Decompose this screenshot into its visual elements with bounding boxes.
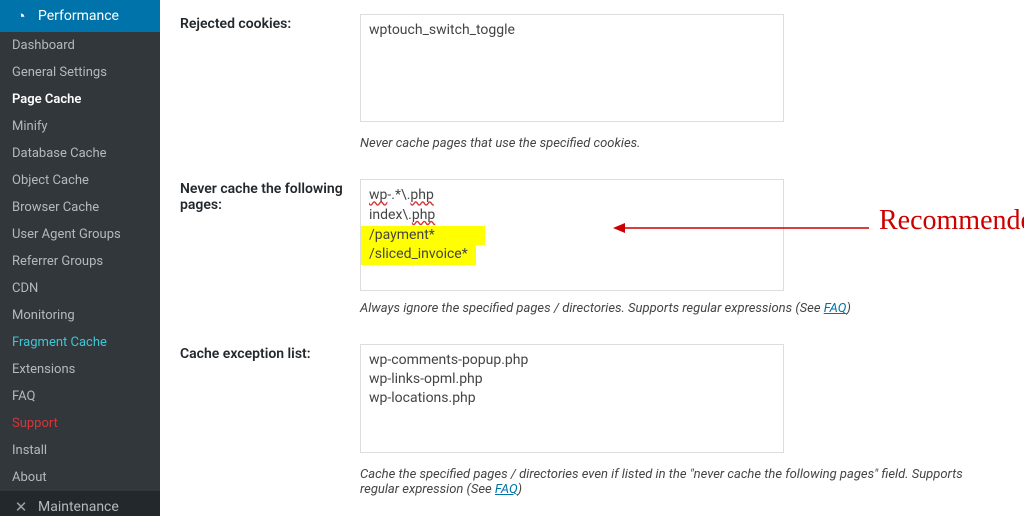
submenu-about[interactable]: About	[0, 464, 160, 491]
menu-performance[interactable]: ◔ Performance	[0, 0, 160, 32]
submenu-dashboard[interactable]: Dashboard	[0, 32, 160, 59]
highlight-sliced-invoice: /sliced_invoice*	[361, 245, 476, 265]
submenu-fragment-cache[interactable]: Fragment Cache	[0, 329, 160, 356]
annotation-recommended: Recommended	[879, 205, 1024, 237]
menu-label: Performance	[38, 8, 119, 24]
tools-icon: ✕	[12, 498, 30, 516]
submenu-extensions[interactable]: Extensions	[0, 356, 160, 383]
submenu-install[interactable]: Install	[0, 437, 160, 464]
link-faq[interactable]: FAQ	[824, 301, 847, 316]
link-faq[interactable]: FAQ	[495, 482, 518, 497]
label-never-cache: Never cache the following pages:	[180, 179, 360, 213]
submenu-database-cache[interactable]: Database Cache	[0, 140, 160, 167]
admin-sidebar: ◔ Performance Dashboard General Settings…	[0, 0, 160, 516]
submenu-faq[interactable]: FAQ	[0, 383, 160, 410]
gauge-icon: ◔	[12, 7, 30, 25]
submenu-general-settings[interactable]: General Settings	[0, 59, 160, 86]
submenu-cdn[interactable]: CDN	[0, 275, 160, 302]
textarea-never-cache[interactable]: wp-.*\.php index\.php /payment* /sliced_…	[360, 179, 784, 291]
desc-rejected-cookies: Never cache pages that use the specified…	[360, 136, 1004, 151]
submenu-minify[interactable]: Minify	[0, 113, 160, 140]
desc-never-cache: Always ignore the specified pages / dire…	[360, 301, 1004, 316]
submenu-page-cache[interactable]: Page Cache	[0, 86, 160, 113]
field-non-trailing: Non-trailing slash pages: Cache the spec…	[180, 511, 1004, 516]
field-rejected-cookies: Rejected cookies: Never cache pages that…	[180, 0, 1004, 165]
submenu-browser-cache[interactable]: Browser Cache	[0, 194, 160, 221]
textarea-rejected-cookies[interactable]	[360, 14, 784, 122]
label-cache-exception: Cache exception list:	[180, 344, 360, 362]
field-cache-exception: Cache exception list: Cache the specifie…	[180, 330, 1004, 510]
submenu-object-cache[interactable]: Object Cache	[0, 167, 160, 194]
field-never-cache: Never cache the following pages: wp-.*\.…	[180, 165, 1004, 330]
settings-panel: Rejected cookies: Never cache pages that…	[160, 0, 1024, 516]
label-rejected-cookies: Rejected cookies:	[180, 14, 360, 32]
submenu-support[interactable]: Support	[0, 410, 160, 437]
menu-label: Maintenance	[38, 499, 119, 515]
textarea-cache-exception[interactable]	[360, 344, 784, 452]
menu-maintenance[interactable]: ✕ Maintenance	[0, 491, 160, 516]
desc-cache-exception: Cache the specified pages / directories …	[360, 467, 1004, 497]
highlight-payment: /payment*	[361, 226, 485, 246]
submenu-performance: Dashboard General Settings Page Cache Mi…	[0, 32, 160, 491]
submenu-referrer-groups[interactable]: Referrer Groups	[0, 248, 160, 275]
submenu-monitoring[interactable]: Monitoring	[0, 302, 160, 329]
submenu-user-agent-groups[interactable]: User Agent Groups	[0, 221, 160, 248]
